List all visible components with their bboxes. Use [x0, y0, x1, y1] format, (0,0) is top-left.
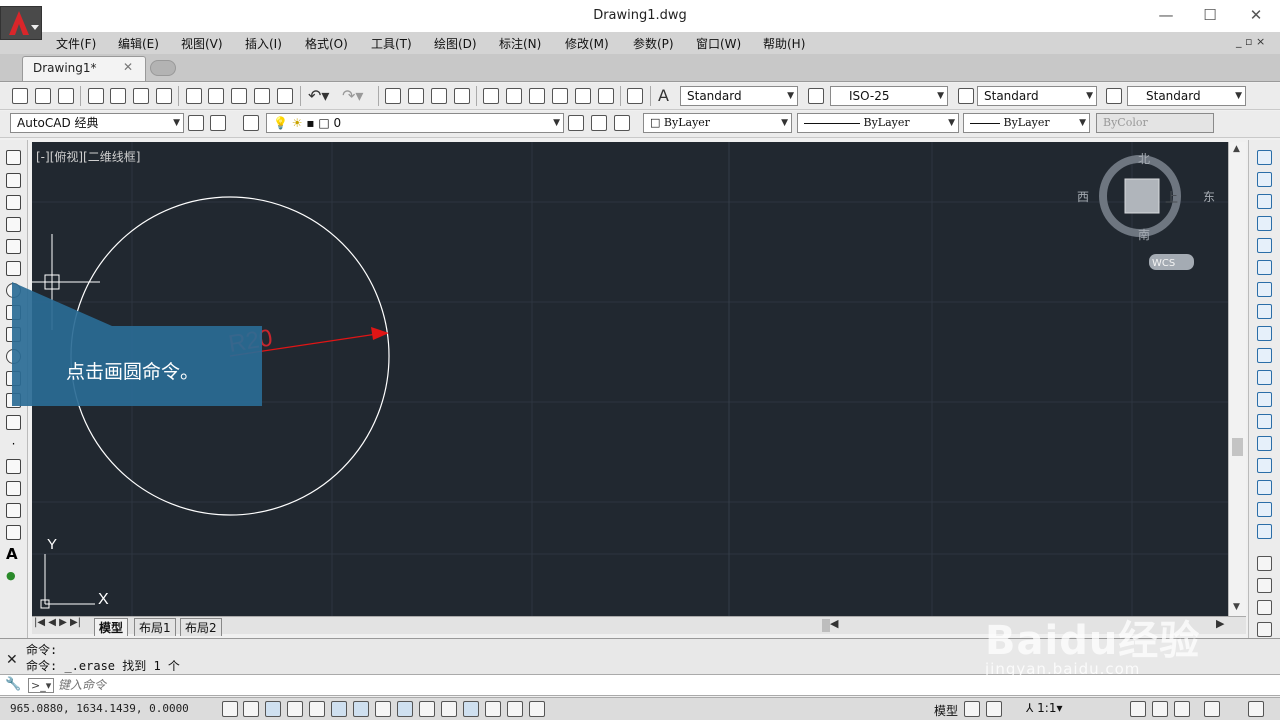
baidu-watermark-logo: Baidu经验 — [985, 618, 1201, 664]
callout-text: 点击画圆命令。 — [66, 361, 200, 383]
callout-bubble — [12, 282, 262, 406]
baidu-watermark-url: jingyan.baidu.com — [985, 660, 1141, 678]
